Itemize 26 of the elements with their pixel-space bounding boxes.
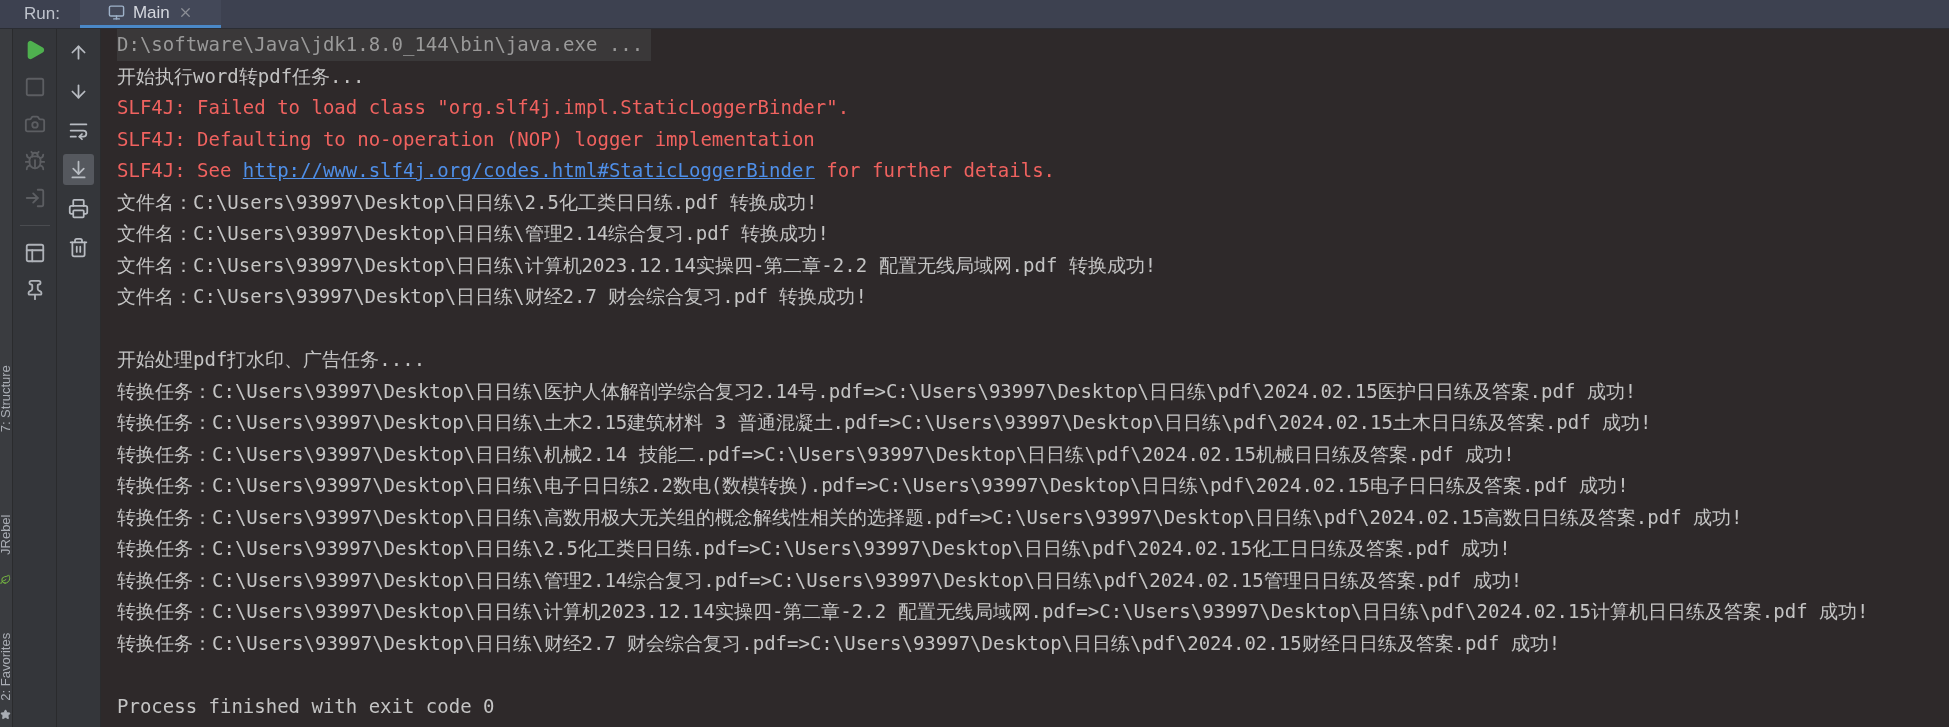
stripe-tab[interactable]: 2: Favorites (0, 632, 12, 701)
console-line: 转换任务：C:\Users\93997\Desktop\日日练\土木2.15建筑材料 3 普通混凝土.pdf=>C:\Users\93997\Desktop\日日练\pdf\2024.02.15土木日日练及答案.pdf 成功! (117, 410, 1652, 435)
console-line: 转换任务：C:\Users\93997\Desktop\日日练\管理2.14综合复习.pdf=>C:\Users\93997\Desktop\日日练\pdf\2024.02.15管理日日练及答案.pdf 成功! (117, 567, 1523, 593)
console-line: 转换任务：C:\Users\93997\Desktop\日日练\电子日日练2.2数电(数模转换).pdf=>C:\Users\93997\Desktop\日日练\pdf\2024.02.15电子日日练及答案.pdf 成功! (117, 473, 1629, 498)
tab-label: Main (132, 1, 170, 24)
console-line: 文件名：C:\Users\93997\Desktop\日日练\财经2.7 财会综合复习.pdf 转换成功! (117, 284, 867, 309)
stripe-tab[interactable]: 7: Structure (0, 364, 12, 433)
console-line: 文件名：C:\Users\93997\Desktop\日日练\管理2.14综合复习.pdf 转换成功! (117, 221, 829, 246)
console-line: Process finished with exit code 0 (117, 693, 495, 719)
console-line: 转换任务：C:\Users\93997\Desktop\日日练\机械2.14 技能二.pdf=>C:\Users\93997\Desktop\日日练\pdf\2024.02.15机械日日练及答案.pdf 成功! (117, 441, 1515, 467)
console-link[interactable]: http://www.slf4j.org/codes.html#StaticLoggerBinder (242, 159, 815, 181)
console-line: SLF4J: See http://www.slf4j.org/codes.html#StaticLoggerBinder for further details. (117, 158, 1055, 183)
console-line: SLF4J: Failed to load class "org.slf4j.impl.StaticLoggerBinder". (117, 95, 850, 120)
console-line: SLF4J: Defaulting to no-operation (NOP) logger implementation (117, 126, 815, 152)
console-line: 文件名：C:\Users\93997\Desktop\日日练\计算机2023.12.14实操四-第二章-2.2 配置无线局域网.pdf 转换成功! (117, 252, 1157, 278)
console-line: 转换任务：C:\Users\93997\Desktop\日日练\高数用极大无关组的概念解线性相关的选择题.pdf=>C:\Users\93997\Desktop\日日练\pdf\2024.02.15高数日日练及答案.pdf 成功! (117, 504, 1743, 530)
console-line: 开始处理pdf打水印、广告任务.... (117, 347, 426, 372)
console-line: 转换任务：C:\Users\93997\Desktop\日日练\医护人体解剖学综合复习2.14号.pdf=>C:\Users\93997\Desktop\日日练\pdf\2024.02.15医护日日练及答案.pdf 成功! (117, 378, 1637, 404)
stripe-tab[interactable]: JRebel (0, 514, 12, 555)
console-line: 文件名：C:\Users\93997\Desktop\日日练\2.5化工类日日练.pdf 转换成功! (117, 189, 818, 215)
console-line: 转换任务：C:\Users\93997\Desktop\日日练\2.5化工类日日练.pdf=>C:\Users\93997\Desktop\日日练\pdf\2024.02.15化工日日练及答案.pdf 成功! (117, 536, 1511, 561)
console-line: 转换任务：C:\Users\93997\Desktop\日日练\财经2.7 财会综合复习.pdf=>C:\Users\93997\Desktop\日日练\pdf\2024.02.15财经日日练及答案.pdf 成功! (117, 630, 1561, 656)
run-tab[interactable]: Main (79, 0, 221, 28)
console-line: 转换任务：C:\Users\93997\Desktop\日日练\计算机2023.12.14实操四-第二章-2.2 配置无线局域网.pdf=>C:\Users\93997\Desktop\日日练\pdf\2024.02.15计算机日日练及答案.pdf 成功! (117, 599, 1869, 624)
run-label: Run: (23, 3, 61, 26)
console-line: 开始执行word转pdf任务... (117, 63, 365, 89)
